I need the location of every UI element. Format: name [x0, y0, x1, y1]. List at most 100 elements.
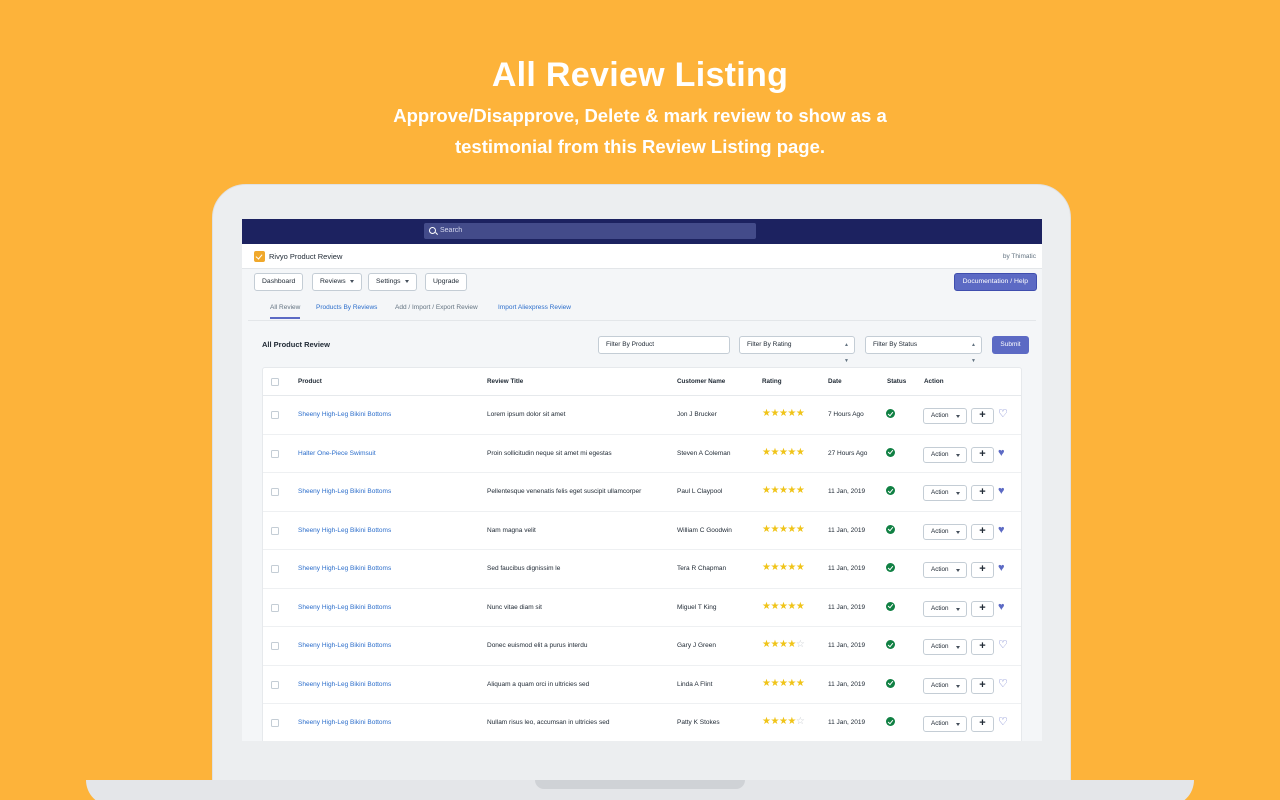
row-checkbox[interactable]	[271, 603, 279, 612]
table-header: Product Review Title Customer Name Ratin…	[263, 368, 1021, 396]
tab-products-by-reviews[interactable]: Products By Reviews	[316, 304, 377, 311]
row-checkbox[interactable]	[271, 565, 279, 573]
review-date: 27 Hours Ago	[828, 449, 868, 457]
search-input[interactable]: Search	[424, 223, 756, 239]
documentation-help-button[interactable]: Documentation / Help	[953, 273, 1037, 291]
product-link[interactable]: Sheeny High-Leg Bikini Bottoms	[298, 411, 391, 418]
action-dropdown[interactable]: Action	[923, 562, 967, 578]
app-nav: Dashboard Reviews Settings Upgrade Docum…	[242, 269, 1042, 295]
check-circle-icon[interactable]	[886, 563, 895, 572]
row-checkbox[interactable]	[271, 719, 279, 727]
heart-icon[interactable]: ♡	[998, 717, 1008, 728]
heart-icon[interactable]: ♥	[998, 524, 1005, 536]
plus-icon[interactable]: +	[971, 523, 994, 540]
heart-icon[interactable]: ♥	[998, 486, 1005, 497]
star-icon: ★	[770, 408, 779, 419]
check-circle-icon[interactable]	[886, 524, 895, 534]
dashboard-button[interactable]: Dashboard	[254, 273, 304, 291]
search-placeholder: Search	[440, 227, 463, 234]
product-link[interactable]: Sheeny High-Leg Bikini Bottoms	[298, 604, 391, 611]
plus-icon[interactable]: +	[971, 716, 994, 732]
plus-icon[interactable]: +	[971, 408, 994, 424]
star-icon: ★	[770, 716, 779, 727]
hero-subtitle-line-1: Approve/Disapprove, Delete & mark review…	[393, 105, 887, 126]
heart-icon[interactable]: ♥	[998, 447, 1005, 459]
filter-by-status-select[interactable]: Filter By Status ▲ ▼	[865, 336, 982, 364]
row-checkbox[interactable]	[271, 411, 279, 419]
heart-icon[interactable]: ♡	[998, 678, 1008, 690]
tab-import-aliexpress[interactable]: Import Aliexpress Review	[498, 304, 571, 311]
star-icon: ★	[770, 562, 779, 573]
tab-all-review[interactable]: All Review	[270, 304, 301, 319]
plus-icon[interactable]: +	[971, 446, 994, 463]
action-dropdown[interactable]: Action	[923, 639, 967, 655]
heart-icon[interactable]: ♥	[998, 601, 1005, 613]
star-icon: ★	[770, 523, 779, 535]
action-label: Action	[931, 604, 949, 612]
chevron-down-icon	[956, 607, 960, 611]
table-row: Sheeny High-Leg Bikini Bottoms Donec euis…	[263, 627, 1021, 666]
star-icon: ★	[795, 562, 805, 573]
heart-icon[interactable]: ♡	[998, 640, 1008, 651]
star-icon: ★	[787, 677, 796, 689]
product-link[interactable]: Sheeny High-Leg Bikini Bottoms	[298, 488, 391, 495]
action-label: Action	[931, 412, 949, 419]
customer-name: Gary J Green	[677, 642, 717, 649]
check-circle-icon[interactable]	[886, 409, 895, 418]
rating-stars: ★★★★★	[762, 447, 805, 458]
action-dropdown[interactable]: Action	[923, 485, 967, 501]
chevron-down-icon	[956, 453, 960, 457]
select-all-checkbox[interactable]	[271, 378, 279, 386]
product-link[interactable]: Sheeny High-Leg Bikini Bottoms	[298, 642, 391, 649]
heart-icon[interactable]: ♡	[998, 409, 1008, 420]
plus-icon[interactable]: +	[971, 677, 994, 694]
row-checkbox[interactable]	[271, 680, 279, 689]
action-dropdown[interactable]: Action	[923, 716, 967, 732]
check-circle-icon[interactable]	[886, 678, 895, 688]
product-link[interactable]: Sheeny High-Leg Bikini Bottoms	[298, 719, 391, 726]
hero-title: All Review Listing	[491, 56, 789, 94]
row-checkbox[interactable]	[271, 449, 279, 458]
plus-icon[interactable]: +	[971, 600, 994, 617]
action-dropdown[interactable]: Action	[923, 523, 967, 540]
action-dropdown[interactable]: Action	[923, 446, 967, 463]
product-link[interactable]: Sheeny High-Leg Bikini Bottoms	[298, 565, 391, 572]
plus-icon[interactable]: +	[971, 485, 994, 501]
star-icon: ★	[795, 523, 805, 535]
review-date: 11 Jan, 2019	[828, 526, 866, 534]
product-link[interactable]: Halter One-Piece Swimsuit	[298, 450, 376, 457]
check-circle-icon[interactable]	[886, 447, 895, 457]
product-link[interactable]: Sheeny High-Leg Bikini Bottoms	[298, 681, 391, 688]
chevron-down-icon	[956, 492, 960, 495]
action-dropdown[interactable]: Action	[923, 677, 967, 694]
chevron-down-icon	[956, 723, 960, 726]
filter-by-product-input[interactable]: Filter By Product	[598, 336, 730, 354]
check-circle-icon[interactable]	[886, 717, 895, 726]
reviews-menu-button[interactable]: Reviews	[312, 273, 362, 291]
check-circle-icon[interactable]	[886, 601, 895, 611]
action-dropdown[interactable]: Action	[923, 600, 967, 617]
check-circle-icon[interactable]	[886, 640, 895, 649]
star-icon: ★	[795, 600, 805, 612]
star-icon: ★	[787, 562, 796, 573]
filter-by-rating-select[interactable]: Filter By Rating ▲ ▼	[739, 336, 855, 364]
product-link[interactable]: Sheeny High-Leg Bikini Bottoms	[298, 527, 391, 534]
search-icon	[429, 227, 436, 234]
column-product: Product	[298, 378, 322, 385]
plus-icon[interactable]: +	[971, 562, 994, 578]
action-label: Action	[931, 643, 949, 650]
check-circle-icon[interactable]	[886, 486, 895, 495]
row-checkbox[interactable]	[271, 488, 279, 496]
review-date: 7 Hours Ago	[828, 411, 864, 418]
action-dropdown[interactable]: Action	[923, 408, 967, 424]
row-checkbox[interactable]	[271, 642, 279, 650]
upgrade-button[interactable]: Upgrade	[425, 273, 468, 291]
review-title: Sed faucibus dignissim le	[487, 565, 561, 572]
submit-button[interactable]: Submit	[992, 336, 1029, 354]
row-checkbox[interactable]	[271, 526, 279, 535]
plus-icon[interactable]: +	[971, 639, 994, 655]
heart-icon[interactable]: ♥	[998, 563, 1005, 574]
tab-add-import-export[interactable]: Add / Import / Export Review	[395, 304, 478, 311]
app-logo-icon	[254, 251, 265, 262]
settings-menu-button[interactable]: Settings	[368, 273, 417, 291]
